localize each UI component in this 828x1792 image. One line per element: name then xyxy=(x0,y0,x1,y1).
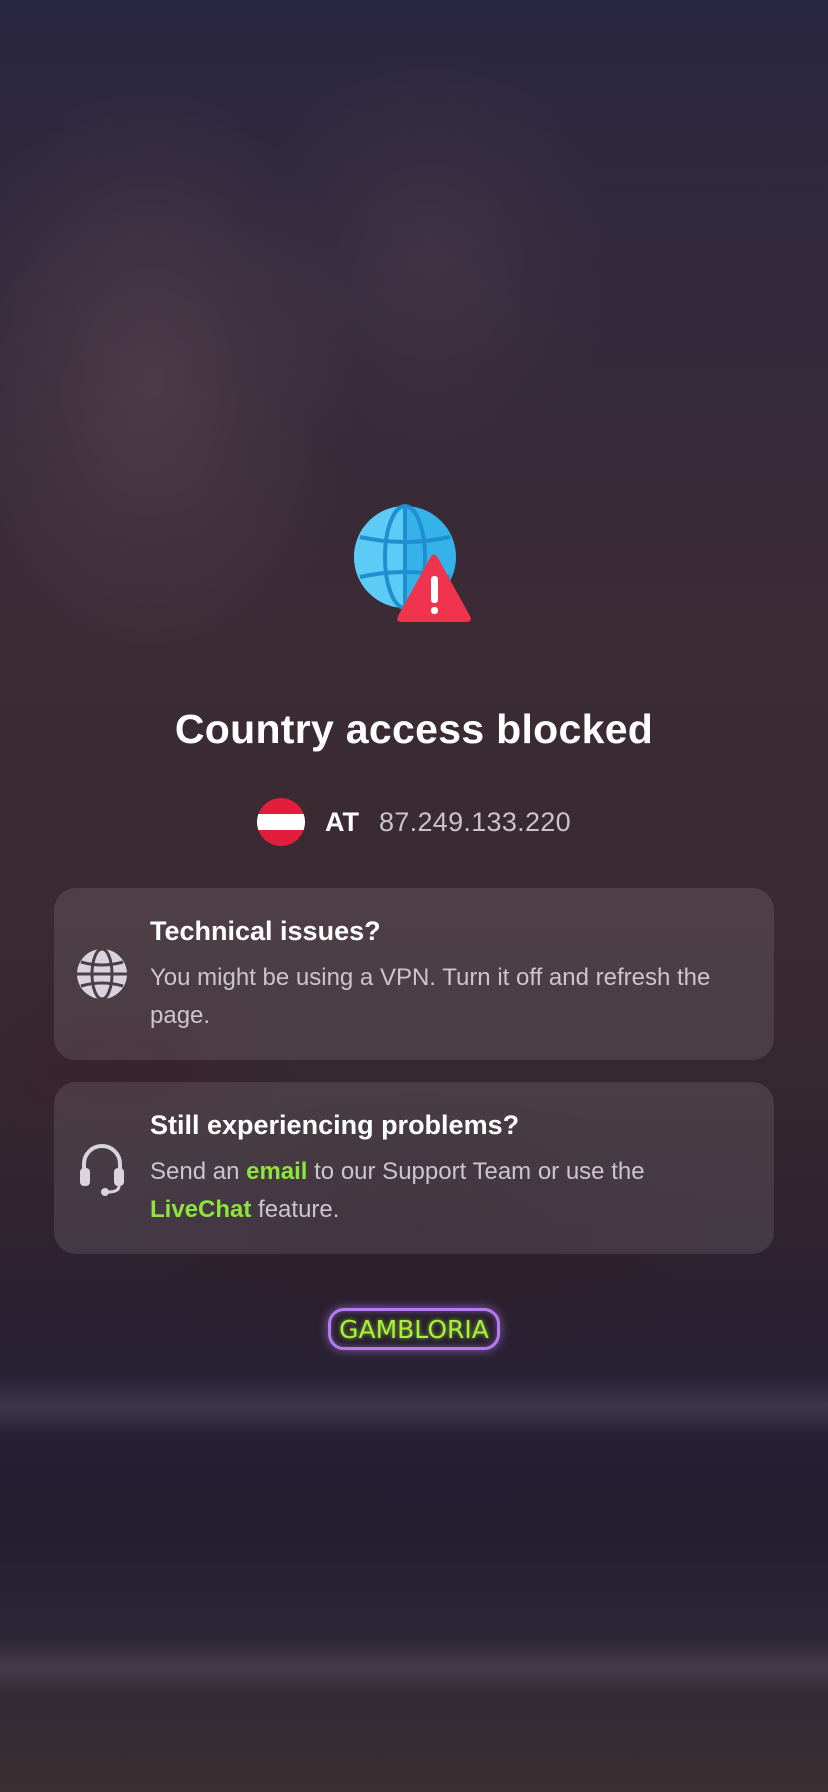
support-text: Send an xyxy=(150,1158,240,1185)
page-title: Country access blocked xyxy=(174,706,654,752)
card-description: You might be using a VPN. Turn it off an… xyxy=(150,964,711,1029)
technical-issues-card: Technical issues? You might be using a V… xyxy=(54,888,774,1060)
email-link[interactable]: email xyxy=(246,1158,307,1185)
location-info: AT 87.249.133.220 xyxy=(0,796,828,848)
support-text: feature. xyxy=(258,1196,340,1223)
support-text: to our Support Team or use the xyxy=(314,1158,645,1185)
globe-warning-icon xyxy=(354,504,471,622)
gambloria-logo: GAMBLORIA xyxy=(328,1308,500,1350)
card-title: Still experiencing problems? xyxy=(150,1110,520,1140)
card-description: Send an email to our Support Team or use… xyxy=(150,1153,758,1229)
blocked-page: Country access blocked AT 87.249.133.220… xyxy=(0,0,828,1792)
headset-icon xyxy=(80,1144,124,1196)
livechat-link[interactable]: LiveChat xyxy=(150,1196,251,1223)
country-code: AT xyxy=(325,806,360,837)
globe-icon xyxy=(77,947,127,1001)
card-title: Technical issues? xyxy=(150,916,381,946)
support-card: Still experiencing problems? Send an ema… xyxy=(54,1082,774,1254)
ip-address: 87.249.133.220 xyxy=(379,806,571,837)
austria-flag-icon xyxy=(257,798,306,846)
